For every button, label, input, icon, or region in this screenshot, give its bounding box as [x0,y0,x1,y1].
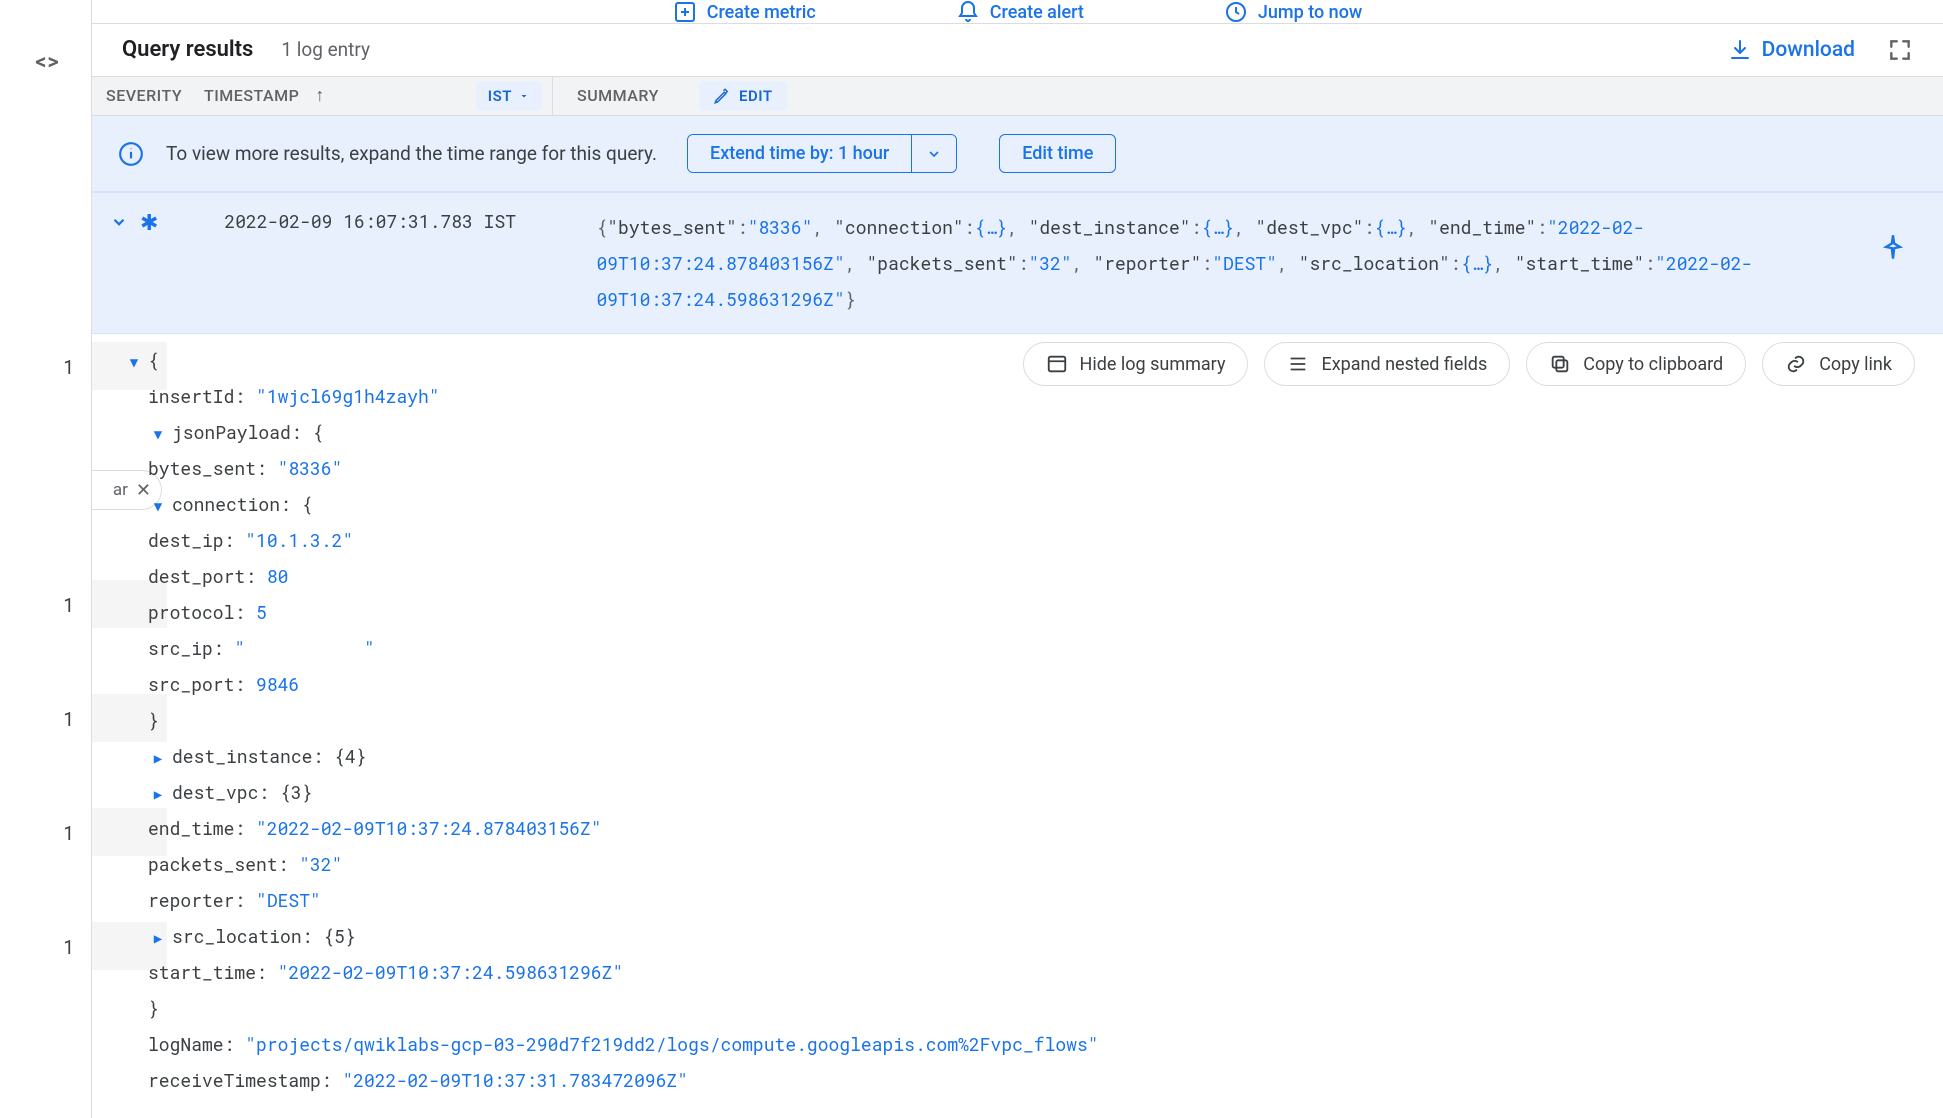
download-icon [1728,38,1752,62]
clock-arrow-icon [1224,0,1248,24]
code-chevrons-icon[interactable]: <> [35,50,56,75]
chevron-down-icon[interactable] [102,209,136,240]
entry-count: 1 log entry [281,38,370,61]
pencil-icon [713,87,731,105]
caret-down-icon[interactable]: ▼ [148,492,168,520]
copy-icon [1549,353,1571,375]
hide-log-summary-button[interactable]: Hide log summary [1023,342,1249,386]
caret-right-icon[interactable]: ▶ [148,780,168,808]
info-banner: To view more results, expand the time ra… [92,116,1943,192]
caret-right-icon[interactable]: ▶ [148,744,168,772]
jump-to-now-link[interactable]: Jump to now [1224,0,1362,24]
json-tree[interactable]: ▼{ insertId: "1wjcl69g1h4zayh" ▼jsonPayl… [116,334,1943,1118]
left-count-3: 1 [51,700,86,739]
caret-down-icon [518,90,530,102]
edit-time-button[interactable]: Edit time [999,134,1116,173]
results-header: Query results 1 log entry Download [92,24,1943,77]
col-timestamp[interactable]: TIMESTAMP ↑ IST [204,81,552,111]
left-count-2: 1 [51,586,86,625]
caret-down-icon[interactable]: ▼ [148,420,168,448]
expand-icon [1287,353,1309,375]
extend-time-dropdown[interactable] [912,135,956,172]
left-count-4: 1 [51,814,86,853]
extend-time-button[interactable]: Extend time by: 1 hour [688,135,911,172]
log-entry-row[interactable]: ✱ 2022-02-09 16:07:31.783 IST {"bytes_se… [92,192,1943,334]
timezone-selector[interactable]: IST [476,81,542,111]
topbar-stub: Create metric Create alert Jump to now [92,0,1943,24]
caret-down-icon[interactable]: ▼ [124,348,144,376]
create-metric-link[interactable]: Create metric [673,0,816,24]
copy-link-button[interactable]: Copy link [1762,342,1915,386]
log-timestamp: 2022-02-09 16:07:31.783 IST [186,209,596,233]
columns-header: SEVERITY TIMESTAMP ↑ IST SUMMARY EDIT [92,77,1943,116]
create-alert-link[interactable]: Create alert [956,0,1084,24]
entry-toolbar: Hide log summary Expand nested fields Co… [1023,342,1915,386]
chevron-down-icon [926,146,942,162]
download-button[interactable]: Download [1728,38,1855,62]
fullscreen-icon[interactable] [1887,37,1913,63]
left-count-5: 1 [51,928,86,967]
bell-icon [956,0,980,24]
severity-default-icon: ✱ [140,211,158,236]
page-title: Query results [122,37,253,62]
left-count-1: 1 [51,348,86,387]
panel-icon [1046,353,1068,375]
log-summary: {"bytes_sent":"8336", "connection":{…}, … [596,209,1923,317]
expand-nested-button[interactable]: Expand nested fields [1264,342,1510,386]
copy-clipboard-button[interactable]: Copy to clipboard [1526,342,1746,386]
edit-columns-button[interactable]: EDIT [699,81,787,111]
sort-asc-icon: ↑ [315,85,325,106]
col-severity[interactable]: SEVERITY [106,86,204,105]
pin-icon[interactable] [1879,233,1907,265]
caret-right-icon[interactable]: ▶ [148,924,168,952]
link-icon [1785,353,1807,375]
plus-square-icon [673,0,697,24]
banner-text: To view more results, expand the time ra… [166,142,657,165]
info-icon [118,141,144,167]
col-summary[interactable]: SUMMARY [553,86,693,105]
